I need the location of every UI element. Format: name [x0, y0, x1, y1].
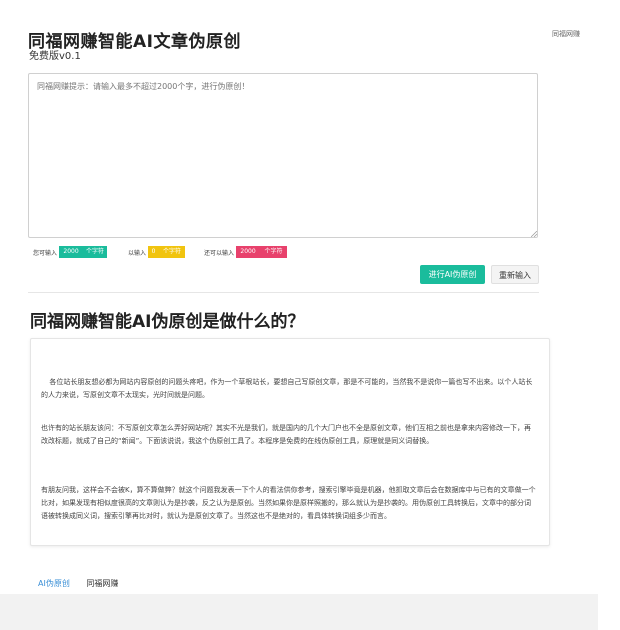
resize-grip-icon[interactable]	[531, 231, 537, 237]
counter-unit: 个字符	[159, 246, 186, 258]
footer-links: AI伪原创 同福网赚	[38, 578, 132, 589]
counter-label: 还可以输入	[204, 249, 235, 257]
description-paragraph: 也许有的站长朋友该问：不写原创文章怎么弄好网站呢？其实不光是我们，就是国内的几个…	[41, 424, 531, 445]
counter-value: 2000	[59, 246, 84, 258]
reset-input-button[interactable]: 重新输入	[491, 265, 539, 284]
counter-allowed: 您可输入 2000 个字符	[33, 246, 108, 258]
section-divider	[28, 292, 539, 293]
article-input[interactable]	[28, 73, 538, 238]
counter-unit: 个字符	[83, 246, 108, 258]
counter-label: 您可输入	[33, 249, 58, 257]
section-title: 同福网赚智能AI伪原创是做什么的？	[30, 312, 305, 332]
counter-value: 2000	[236, 246, 261, 258]
counter-entered: 以输入 0 个字符	[128, 246, 186, 258]
counter-value: 0	[148, 246, 160, 258]
version-subtitle: 免费版v0.1	[29, 51, 81, 62]
description-paragraph: 各位站长朋友想必都为网站内容原创的问题头疼吧，作为一个草根站长，要想自己写原创文…	[41, 378, 533, 399]
counter-unit: 个字符	[260, 246, 288, 258]
counter-label: 以输入	[128, 249, 147, 257]
description-paragraph: 有朋友问我，这样会不会被K，算不算做弊？就这个问题我发表一下个人的看法供你参考，…	[41, 486, 536, 520]
top-link-tongfu[interactable]: 同福网赚	[552, 29, 580, 39]
footer-link-tongfu[interactable]: 同福网赚	[86, 579, 118, 588]
description-card: 各位站长朋友想必都为网站内容原创的问题头疼吧，作为一个草根站长，要想自己写原创文…	[30, 338, 550, 546]
process-ai-rewrite-button[interactable]: 进行AI伪原创	[420, 265, 485, 284]
footer-bar	[0, 594, 598, 630]
footer-link-ai-rewrite[interactable]: AI伪原创	[38, 579, 70, 588]
counter-remaining: 还可以输入 2000 个字符	[204, 246, 288, 258]
